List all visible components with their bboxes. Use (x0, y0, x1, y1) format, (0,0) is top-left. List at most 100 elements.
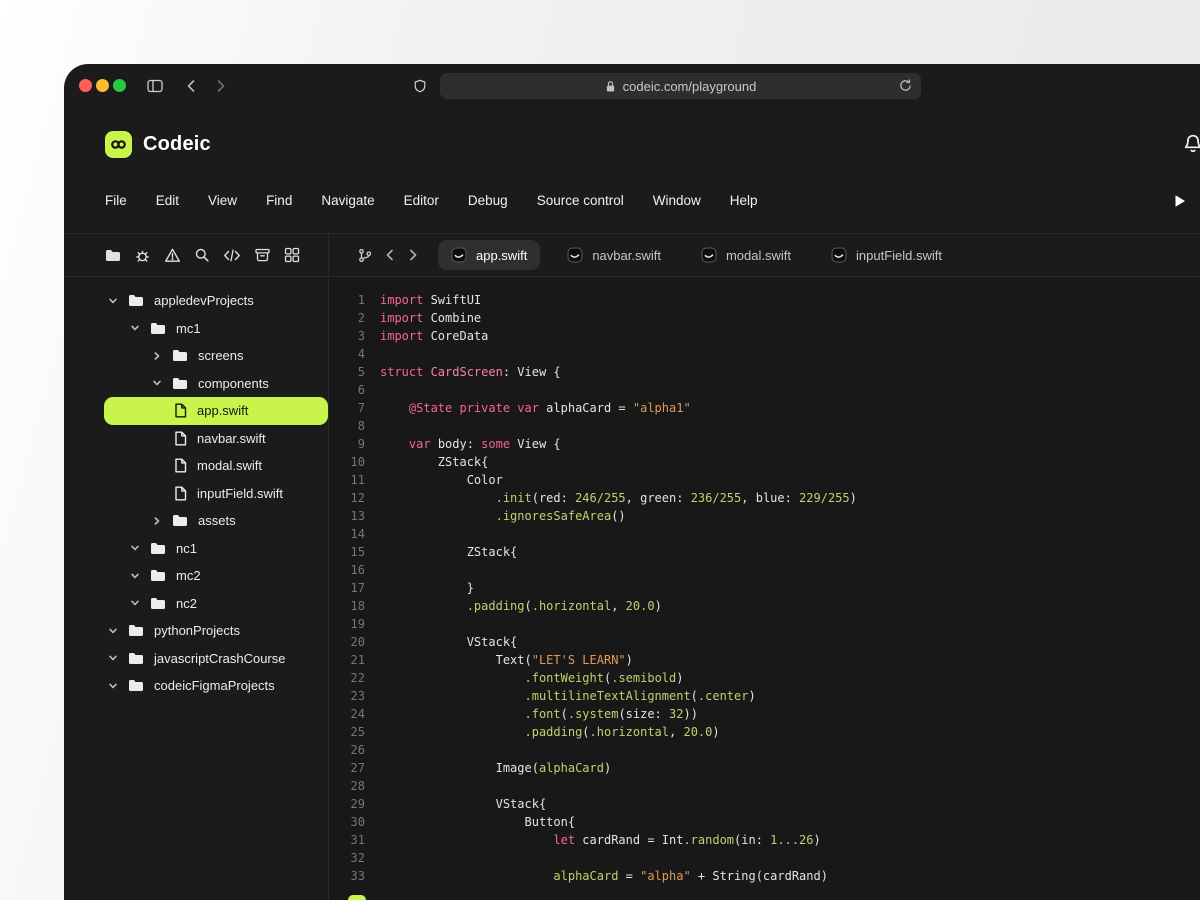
line-number: 11 (329, 471, 365, 489)
chevron-down-icon[interactable] (130, 543, 140, 553)
folder-icon (128, 679, 144, 692)
menu-item-find[interactable]: Find (266, 193, 292, 208)
tree-item-assets[interactable]: assets (64, 507, 328, 535)
folder-icon (150, 542, 166, 555)
tab-back-icon[interactable] (384, 248, 396, 262)
forward-icon[interactable] (214, 78, 228, 94)
code-line: 29 VStack{ (329, 795, 1200, 813)
tree-item-nc1[interactable]: nc1 (64, 535, 328, 563)
code-line: 30 Button{ (329, 813, 1200, 831)
minimize-window-button[interactable] (96, 79, 109, 92)
tree-item-label: screens (198, 348, 244, 363)
folder-icon (150, 597, 166, 610)
tab-forward-icon[interactable] (407, 248, 419, 262)
menu-item-file[interactable]: File (105, 193, 127, 208)
menu-item-edit[interactable]: Edit (156, 193, 179, 208)
tree-item-appledevprojects[interactable]: appledevProjects (64, 287, 328, 315)
chevron-down-icon[interactable] (108, 626, 118, 636)
warning-icon[interactable] (164, 247, 181, 264)
tree-item-mc2[interactable]: mc2 (64, 562, 328, 590)
code-line: 31 let cardRand = Int.random(in: 1...26) (329, 831, 1200, 849)
debug-icon[interactable] (134, 247, 151, 264)
chevron-down-icon[interactable] (108, 653, 118, 663)
line-number: 2 (329, 309, 365, 327)
menu-item-debug[interactable]: Debug (468, 193, 508, 208)
notifications-bell-icon[interactable] (1182, 133, 1200, 155)
tree-item-codeicfigmaprojects[interactable]: codeicFigmaProjects (64, 672, 328, 700)
tree-item-pythonprojects[interactable]: pythonProjects (64, 617, 328, 645)
file-icon (174, 486, 187, 501)
tree-item-components[interactable]: components (64, 370, 328, 398)
code-line: 26 (329, 741, 1200, 759)
line-number: 1 (329, 291, 365, 309)
tree-item-modal-swift[interactable]: modal.swift (64, 452, 328, 480)
tree-item-mc1[interactable]: mc1 (64, 315, 328, 343)
shield-icon[interactable] (413, 78, 427, 94)
brand-name: Codeic (143, 133, 211, 156)
line-number: 15 (329, 543, 365, 561)
folder-icon (128, 294, 144, 307)
line-number: 13 (329, 507, 365, 525)
menu-item-view[interactable]: View (208, 193, 237, 208)
chevron-down-icon[interactable] (130, 598, 140, 608)
extensions-icon[interactable] (284, 247, 300, 263)
tree-item-label: javascriptCrashCourse (154, 651, 286, 666)
close-window-button[interactable] (79, 79, 92, 92)
address-bar[interactable]: codeic.com/playground (440, 73, 921, 99)
tree-item-navbar-swift[interactable]: navbar.swift (64, 425, 328, 453)
code-line: 4 (329, 345, 1200, 363)
chevron-down-icon[interactable] (108, 681, 118, 691)
menu-item-editor[interactable]: Editor (404, 193, 439, 208)
code-line: 13 .ignoresSafeArea() (329, 507, 1200, 525)
line-number: 4 (329, 345, 365, 363)
chevron-down-icon[interactable] (108, 296, 118, 306)
code-line: 23 .multilineTextAlignment(.center) (329, 687, 1200, 705)
tab-modal-swift[interactable]: modal.swift (688, 240, 804, 270)
tree-item-inputfield-swift[interactable]: inputField.swift (64, 480, 328, 508)
search-icon[interactable] (194, 247, 210, 263)
code-line: 2import Combine (329, 309, 1200, 327)
swift-file-icon (567, 247, 583, 263)
archive-icon[interactable] (254, 247, 271, 263)
tab-app-swift[interactable]: app.swift (438, 240, 540, 270)
code-line: 21 Text("LET'S LEARN") (329, 651, 1200, 669)
code-line: 32 (329, 849, 1200, 867)
file-icon (174, 403, 187, 418)
menu-item-source-control[interactable]: Source control (537, 193, 624, 208)
menu-item-help[interactable]: Help (730, 193, 758, 208)
line-number: 30 (329, 813, 365, 831)
tab-inputfield-swift[interactable]: inputField.swift (818, 240, 955, 270)
run-play-icon[interactable] (1174, 194, 1186, 208)
chevron-right-icon[interactable] (152, 516, 162, 526)
folder-icon (128, 652, 144, 665)
tree-item-javascriptcrashcourse[interactable]: javascriptCrashCourse (64, 645, 328, 673)
tree-item-label: nc1 (176, 541, 197, 556)
zoom-window-button[interactable] (113, 79, 126, 92)
code-line: 8 (329, 417, 1200, 435)
code-line: 9 var body: some View { (329, 435, 1200, 453)
tree-item-label: inputField.swift (197, 486, 283, 501)
branch-icon[interactable] (357, 247, 373, 264)
chevron-down-icon[interactable] (130, 323, 140, 333)
codeic-logo-icon (105, 131, 132, 158)
code-icon[interactable] (223, 248, 241, 263)
folder-icon (172, 377, 188, 390)
menu-item-navigate[interactable]: Navigate (321, 193, 374, 208)
code-editor[interactable]: 1import SwiftUI2import Combine3import Co… (329, 277, 1200, 900)
tree-item-nc2[interactable]: nc2 (64, 590, 328, 618)
code-line: 6 (329, 381, 1200, 399)
tree-item-screens[interactable]: screens (64, 342, 328, 370)
folder-icon[interactable] (105, 249, 121, 262)
tab-navbar-swift[interactable]: navbar.swift (554, 240, 674, 270)
chevron-down-icon[interactable] (152, 378, 162, 388)
back-icon[interactable] (184, 78, 198, 94)
tab-strip: app.swift navbar.swift modal.swift inputFie… (329, 234, 1200, 276)
refresh-icon[interactable] (898, 78, 913, 93)
tree-item-label: modal.swift (197, 458, 262, 473)
menu-item-window[interactable]: Window (653, 193, 701, 208)
chevron-down-icon[interactable] (130, 571, 140, 581)
tree-item-app-swift[interactable]: app.swift (104, 397, 328, 425)
chevron-right-icon[interactable] (152, 351, 162, 361)
tree-item-label: appledevProjects (154, 293, 254, 308)
sidebar-toggle-icon[interactable] (146, 78, 164, 94)
